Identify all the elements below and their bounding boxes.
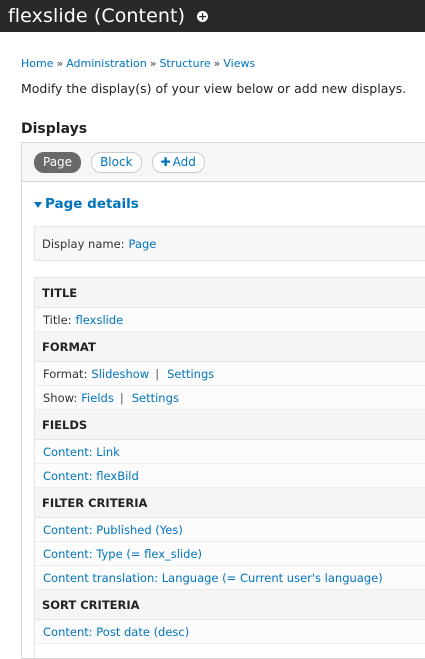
divider: |	[119, 390, 124, 405]
title-row: Title: flexslide	[35, 308, 425, 332]
title-section-heading: TITLE	[35, 278, 425, 308]
page-details-label: Page details	[45, 196, 139, 212]
breadcrumb-separator: »	[149, 57, 157, 70]
field-link[interactable]: Content: flexBild	[43, 469, 139, 483]
display-tabs: Page Block ✚ Add	[22, 143, 425, 182]
fields-section-heading: FIELDS	[35, 410, 425, 440]
filter-link[interactable]: Content: Published (Yes)	[43, 523, 183, 537]
display-name-box: Display name: Page	[34, 226, 425, 261]
filter-section-heading: FILTER CRITERIA	[35, 488, 425, 518]
format-row: Format: Slideshow | Settings	[35, 362, 425, 386]
show-fields-link[interactable]: Fields	[81, 391, 114, 405]
format-style-link[interactable]: Slideshow	[91, 367, 149, 381]
page-title: flexslide (Content)	[8, 5, 186, 27]
divider: |	[155, 366, 160, 381]
add-display-label: Add	[172, 155, 196, 169]
list-item: Content: Link	[35, 440, 425, 464]
format-section-heading: FORMAT	[35, 332, 425, 362]
collapse-triangle-icon	[34, 201, 42, 208]
help-text: Modify the display(s) of your view below…	[21, 81, 407, 96]
title-value-link[interactable]: flexslide	[76, 313, 124, 327]
list-item: Content: Type (= flex_slide)	[35, 542, 425, 566]
show-label: Show:	[43, 390, 78, 405]
show-settings-link[interactable]: Settings	[132, 391, 179, 405]
display-name-link[interactable]: Page	[129, 237, 157, 251]
breadcrumb: Home» Administration» Structure» Views	[21, 57, 255, 70]
view-settings-column: TITLE Title: flexslide FORMAT Format: Sl…	[34, 277, 425, 658]
breadcrumb-separator: »	[213, 57, 221, 70]
tab-block[interactable]: Block	[91, 151, 142, 173]
add-display-button[interactable]: ✚ Add	[151, 151, 205, 173]
sort-link[interactable]: Content: Post date (desc)	[43, 625, 189, 639]
list-item: Content translation: Language (= Current…	[35, 566, 425, 590]
breadcrumb-views[interactable]: Views	[223, 57, 255, 70]
tab-page[interactable]: Page	[34, 151, 82, 173]
format-settings-link[interactable]: Settings	[167, 367, 214, 381]
breadcrumb-home[interactable]: Home	[21, 57, 53, 70]
breadcrumb-administration[interactable]: Administration	[66, 57, 147, 70]
filter-link[interactable]: Content: Type (= flex_slide)	[43, 547, 202, 561]
breadcrumb-separator: »	[56, 57, 64, 70]
display-name-label: Display name:	[42, 236, 125, 251]
page-details-toggle[interactable]: Page details	[34, 196, 139, 212]
list-item: Content: Published (Yes)	[35, 518, 425, 542]
page-header: flexslide (Content) +	[0, 0, 425, 32]
filter-link[interactable]: Content translation: Language (= Current…	[43, 571, 383, 585]
add-shortcut-icon[interactable]: +	[197, 10, 209, 22]
format-label: Format:	[43, 366, 88, 381]
plus-icon: ✚	[160, 155, 171, 169]
displays-panel: Page Block ✚ Add Page details Display nam…	[21, 142, 425, 659]
list-item: Content: Post date (desc)	[35, 620, 425, 644]
displays-heading: Displays	[21, 121, 88, 137]
title-label: Title:	[43, 312, 72, 327]
show-row: Show: Fields | Settings	[35, 386, 425, 410]
sort-section-heading: SORT CRITERIA	[35, 590, 425, 620]
field-link[interactable]: Content: Link	[43, 445, 120, 459]
breadcrumb-structure[interactable]: Structure	[159, 57, 210, 70]
list-item: Content: flexBild	[35, 464, 425, 488]
